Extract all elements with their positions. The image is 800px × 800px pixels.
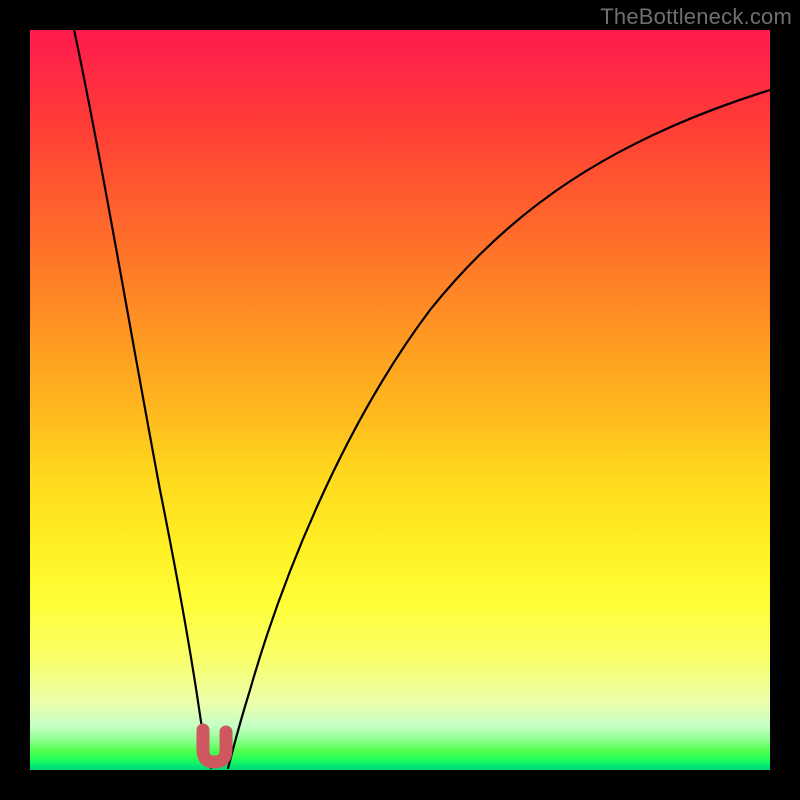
bottleneck-marker bbox=[203, 730, 226, 762]
plot-area bbox=[30, 30, 770, 770]
site-watermark: TheBottleneck.com bbox=[600, 4, 792, 30]
plot-svg bbox=[30, 30, 770, 770]
chart-frame: TheBottleneck.com bbox=[0, 0, 800, 800]
curve-left-arm bbox=[72, 30, 211, 768]
curve-right-arm bbox=[228, 90, 770, 768]
